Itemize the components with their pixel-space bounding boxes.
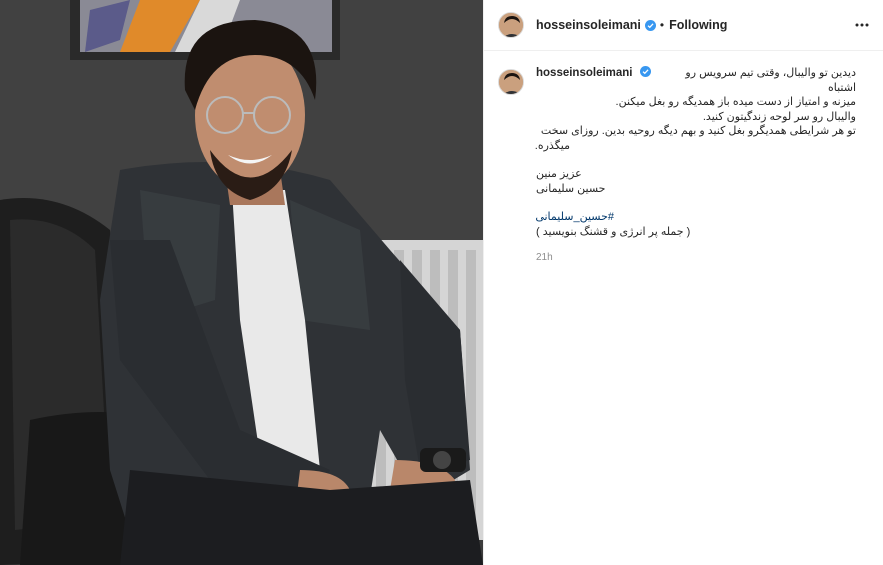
instagram-post: hosseinsoleimani • Following hosseinsole… <box>0 0 883 565</box>
verified-badge-icon <box>644 19 656 31</box>
caption-verified-badge-icon <box>639 66 651 77</box>
caption-line-1: دیدین تو والیبال، وقتی تیم سرویس رو اشتب… <box>685 67 856 94</box>
caption: hosseinsoleimani دیدین تو والیبال، وقتی … <box>498 66 870 266</box>
caption-line-4: تو هر شرایطی همدیگرو بغل کنید و بهم دیگه… <box>540 125 856 137</box>
post-photo[interactable] <box>0 0 483 565</box>
username-link[interactable]: hosseinsoleimani <box>536 18 641 32</box>
caption-line-2: میزنه و امتیاز از دست میده باز همدیگه رو… <box>615 96 856 108</box>
following-button[interactable]: Following <box>669 18 727 32</box>
caption-line-3: والیبال رو سر لوحه زندگیتون کنید. <box>702 110 856 123</box>
caption-username[interactable]: hosseinsoleimani <box>536 67 633 79</box>
post-side-panel: hosseinsoleimani • Following hosseinsole… <box>483 0 883 565</box>
more-options-icon[interactable] <box>854 18 870 32</box>
caption-body: hosseinsoleimani دیدین تو والیبال، وقتی … <box>534 66 856 266</box>
post-timestamp[interactable]: 21h <box>536 251 856 266</box>
avatar-image <box>499 13 523 37</box>
signoff-line-1: عزیز منین <box>536 168 582 180</box>
signoff-line-2: حسین سلیمانی <box>536 182 606 195</box>
avatar[interactable] <box>498 12 524 38</box>
caption-avatar[interactable] <box>498 69 524 95</box>
caption-avatar-image <box>499 70 523 94</box>
call-to-action-text: ( جمله پر انرژی و قشنگ بنویسید ) <box>536 225 691 238</box>
post-header: hosseinsoleimani • Following <box>484 0 883 51</box>
portrait-illustration <box>0 0 483 565</box>
caption-line-5: میگذره. <box>534 139 570 152</box>
hashtag-link[interactable]: #حسین_سلیمانی <box>535 210 614 225</box>
separator-dot: • <box>659 18 665 32</box>
